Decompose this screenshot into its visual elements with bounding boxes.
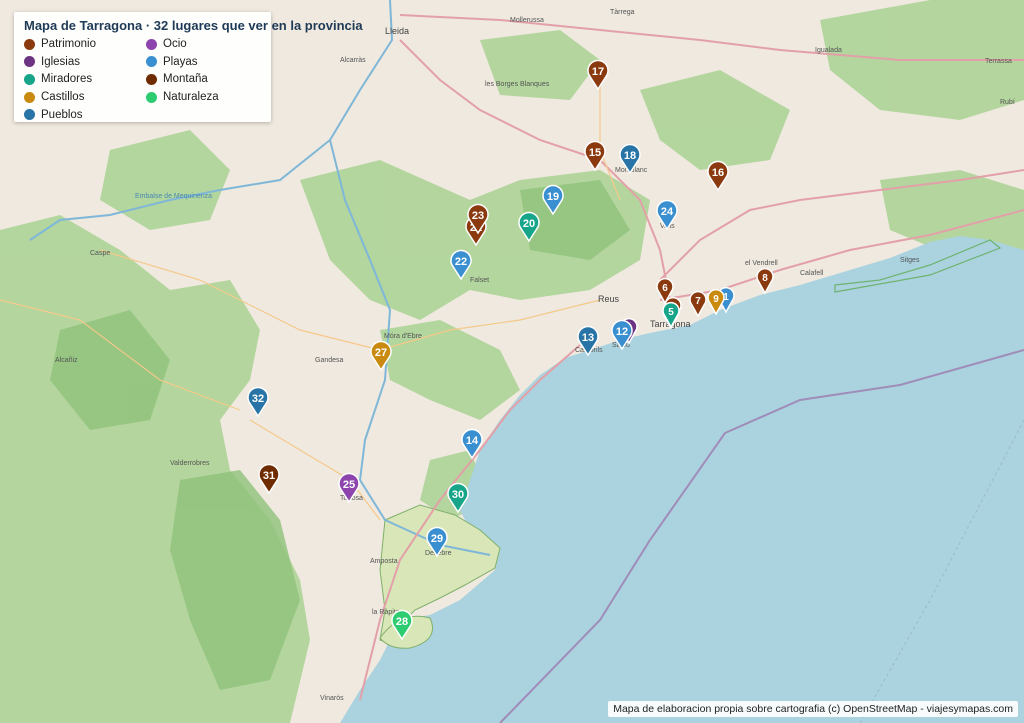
legend-item-ocio: Ocio bbox=[146, 37, 268, 52]
legend-item-iglesias: Iglesias bbox=[24, 55, 146, 70]
legend-dot-ocio-icon bbox=[146, 38, 157, 50]
marker-number-label: 6 bbox=[662, 283, 668, 294]
label-alcaniz: Alcañiz bbox=[55, 357, 78, 364]
label-embalse-mequinenza: Embalse de Mequinenza bbox=[135, 193, 212, 200]
label-vinaros: Vinaròs bbox=[320, 695, 344, 702]
label-tarrega: Tàrrega bbox=[610, 9, 635, 16]
label-amposta: Amposta bbox=[370, 558, 398, 565]
marker-number-label: 7 bbox=[695, 296, 701, 307]
legend-dot-castillos-icon bbox=[24, 91, 35, 103]
legend-dot-iglesias-icon bbox=[24, 56, 35, 68]
marker-number-label: 9 bbox=[713, 294, 719, 305]
label-falset: Falset bbox=[470, 277, 489, 284]
marker-number-label: 5 bbox=[668, 307, 674, 318]
legend-item-castillos: Castillos bbox=[24, 90, 146, 105]
marker-number-label: 23 bbox=[472, 210, 484, 222]
marker-number-label: 28 bbox=[396, 616, 408, 628]
legend-item-patrimonio: Patrimonio bbox=[24, 37, 146, 52]
label-mora-debre: Móra d'Ebre bbox=[384, 333, 422, 340]
label-reus: Reus bbox=[598, 294, 620, 304]
marker-number-label: 18 bbox=[624, 150, 636, 162]
label-gandesa: Gandesa bbox=[315, 357, 344, 364]
legend-dot-pueblos-icon bbox=[24, 109, 35, 121]
label-calafell: Calafell bbox=[800, 270, 824, 277]
label-rubi: Rubí bbox=[1000, 99, 1015, 106]
marker-number-label: 19 bbox=[547, 191, 559, 203]
label-les-borges-blanques: les Borges Blanques bbox=[485, 81, 550, 88]
label-alcarras: Alcarràs bbox=[340, 57, 366, 64]
marker-number-label: 17 bbox=[592, 66, 604, 78]
marker-number-label: 29 bbox=[431, 533, 443, 545]
legend-dot-patrimonio-icon bbox=[24, 38, 35, 50]
marker-number-label: 20 bbox=[523, 218, 535, 230]
legend-item-miradores: Miradores bbox=[24, 72, 146, 87]
label-mollerussa: Mollerussa bbox=[510, 17, 544, 24]
marker-number-label: 13 bbox=[582, 332, 594, 344]
legend-item-montana: Montaña bbox=[146, 72, 268, 87]
label-caspe: Caspe bbox=[90, 250, 110, 257]
legend-item-playas: Playas bbox=[146, 55, 268, 70]
marker-number-label: 31 bbox=[263, 470, 275, 482]
legend-item-naturaleza: Naturaleza bbox=[146, 90, 268, 105]
marker-number-label: 22 bbox=[455, 256, 467, 268]
label-el-vendrell: el Vendrell bbox=[745, 260, 778, 267]
map-legend: Mapa de Tarragona · 32 lugares que ver e… bbox=[14, 12, 363, 122]
legend-dot-naturaleza-icon bbox=[146, 91, 157, 103]
legend-title: Mapa de Tarragona · 32 lugares que ver e… bbox=[24, 18, 363, 33]
legend-item-pueblos: Pueblos bbox=[24, 107, 146, 122]
legend-dot-miradores-icon bbox=[24, 73, 35, 85]
marker-number-label: 32 bbox=[252, 393, 264, 405]
label-terrassa: Terrassa bbox=[985, 58, 1012, 65]
label-lleida: Lleida bbox=[385, 26, 409, 36]
marker-number-label: 12 bbox=[616, 326, 628, 338]
label-sitges: Sitges bbox=[900, 257, 920, 264]
marker-number-label: 25 bbox=[343, 479, 355, 491]
marker-number-label: 8 bbox=[762, 273, 768, 284]
legend-dot-montana-icon bbox=[146, 73, 157, 85]
legend-items: Patrimonio Ocio Iglesias Playas Miradore… bbox=[24, 37, 261, 122]
legend-dot-playas-icon bbox=[146, 56, 157, 68]
marker-number-label: 30 bbox=[452, 489, 464, 501]
label-igualada: Igualada bbox=[815, 47, 842, 54]
marker-number-label: 24 bbox=[661, 206, 674, 218]
map-attribution[interactable]: Mapa de elaboracion propia sobre cartogr… bbox=[608, 701, 1018, 717]
marker-number-label: 15 bbox=[589, 147, 601, 159]
marker-number-label: 16 bbox=[712, 167, 724, 179]
marker-number-label: 14 bbox=[466, 435, 479, 447]
marker-number-label: 27 bbox=[375, 347, 387, 359]
label-valderrobres: Valderrobres bbox=[170, 460, 210, 467]
